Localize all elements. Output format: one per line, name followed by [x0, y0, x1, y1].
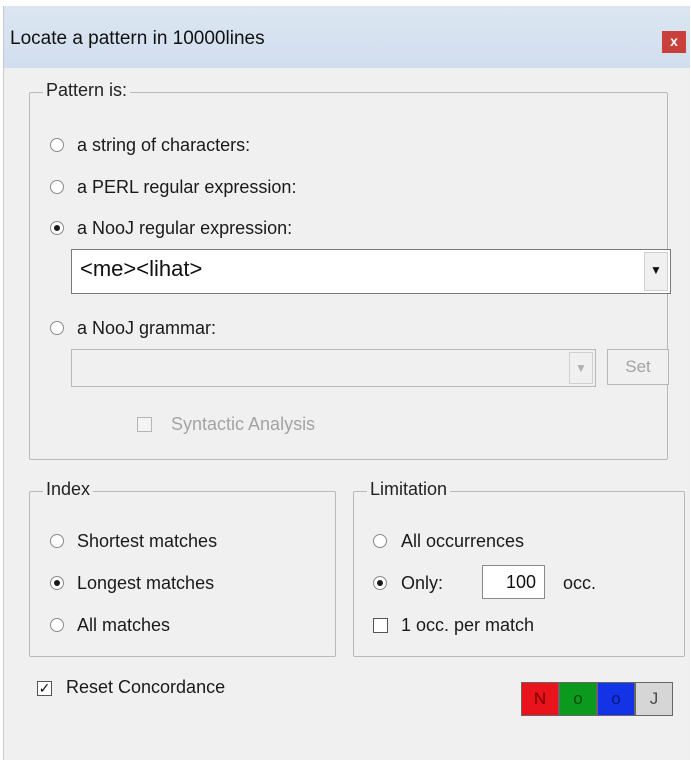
grammar-dropdown-button[interactable]: ▼	[569, 352, 593, 384]
chevron-down-icon: ▼	[575, 361, 587, 375]
per-match-checkbox[interactable]	[373, 618, 388, 633]
nooj-j-button[interactable]: J	[635, 682, 673, 716]
chevron-down-icon: ▼	[650, 263, 662, 277]
set-button[interactable]: Set	[607, 349, 669, 385]
occurrence-count-input[interactable]: 100	[482, 565, 545, 599]
pattern-group: Pattern is: a string of characters: a PE…	[29, 80, 671, 460]
radio-shortest[interactable]	[50, 534, 64, 548]
close-button[interactable]: x	[662, 31, 686, 53]
radio-perl[interactable]	[50, 180, 64, 194]
pattern-legend: Pattern is:	[43, 80, 131, 101]
radio-all-matches-label[interactable]: All matches	[77, 615, 170, 636]
index-group: Index Shortest matches Longest matches A…	[29, 479, 336, 657]
radio-longest[interactable]	[50, 576, 64, 590]
radio-string-label[interactable]: a string of characters:	[77, 135, 250, 156]
radio-shortest-label[interactable]: Shortest matches	[77, 531, 217, 552]
radio-nooj-grammar-label[interactable]: a NooJ grammar:	[77, 318, 216, 339]
limitation-group: Limitation All occurrences Only: 100 occ…	[353, 479, 685, 657]
regex-input[interactable]: <me><lihat>	[80, 256, 202, 282]
radio-all-occurrences-label[interactable]: All occurrences	[401, 531, 524, 552]
radio-nooj-grammar[interactable]	[50, 321, 64, 335]
nooj-o-green-button[interactable]: o	[559, 682, 597, 716]
occ-unit-label: occ.	[563, 573, 597, 593]
radio-string[interactable]	[50, 138, 64, 152]
radio-all-matches[interactable]	[50, 618, 64, 632]
reset-concordance-label[interactable]: Reset Concordance	[66, 677, 225, 698]
radio-perl-label[interactable]: a PERL regular expression:	[77, 177, 296, 198]
radio-all-occurrences[interactable]	[373, 534, 387, 548]
limitation-legend: Limitation	[367, 479, 451, 500]
radio-nooj-regex[interactable]	[50, 221, 64, 235]
grammar-combobox[interactable]: ▼	[71, 349, 596, 387]
radio-longest-label[interactable]: Longest matches	[77, 573, 214, 594]
window-title: Locate a pattern in 10000lines	[10, 28, 265, 49]
regex-dropdown-button[interactable]: ▼	[644, 252, 668, 291]
reset-concordance-checkbox[interactable]: ✓	[37, 681, 52, 696]
per-match-label[interactable]: 1 occ. per match	[401, 615, 534, 636]
syntactic-analysis-label[interactable]: Syntactic Analysis	[171, 414, 315, 435]
radio-only-label[interactable]: Only:	[401, 573, 443, 594]
radio-nooj-regex-label[interactable]: a NooJ regular expression:	[77, 218, 292, 239]
syntactic-analysis-checkbox[interactable]	[137, 417, 152, 432]
index-legend: Index	[43, 479, 94, 500]
dialog-window: Locate a pattern in 10000lines x Pattern…	[3, 6, 690, 760]
radio-only[interactable]	[373, 576, 387, 590]
title-bar[interactable]: Locate a pattern in 10000lines x	[4, 6, 690, 68]
nooj-n-button[interactable]: N	[521, 682, 559, 716]
regex-combobox[interactable]: <me><lihat> ▼	[71, 249, 671, 294]
nooj-o-blue-button[interactable]: o	[597, 682, 635, 716]
